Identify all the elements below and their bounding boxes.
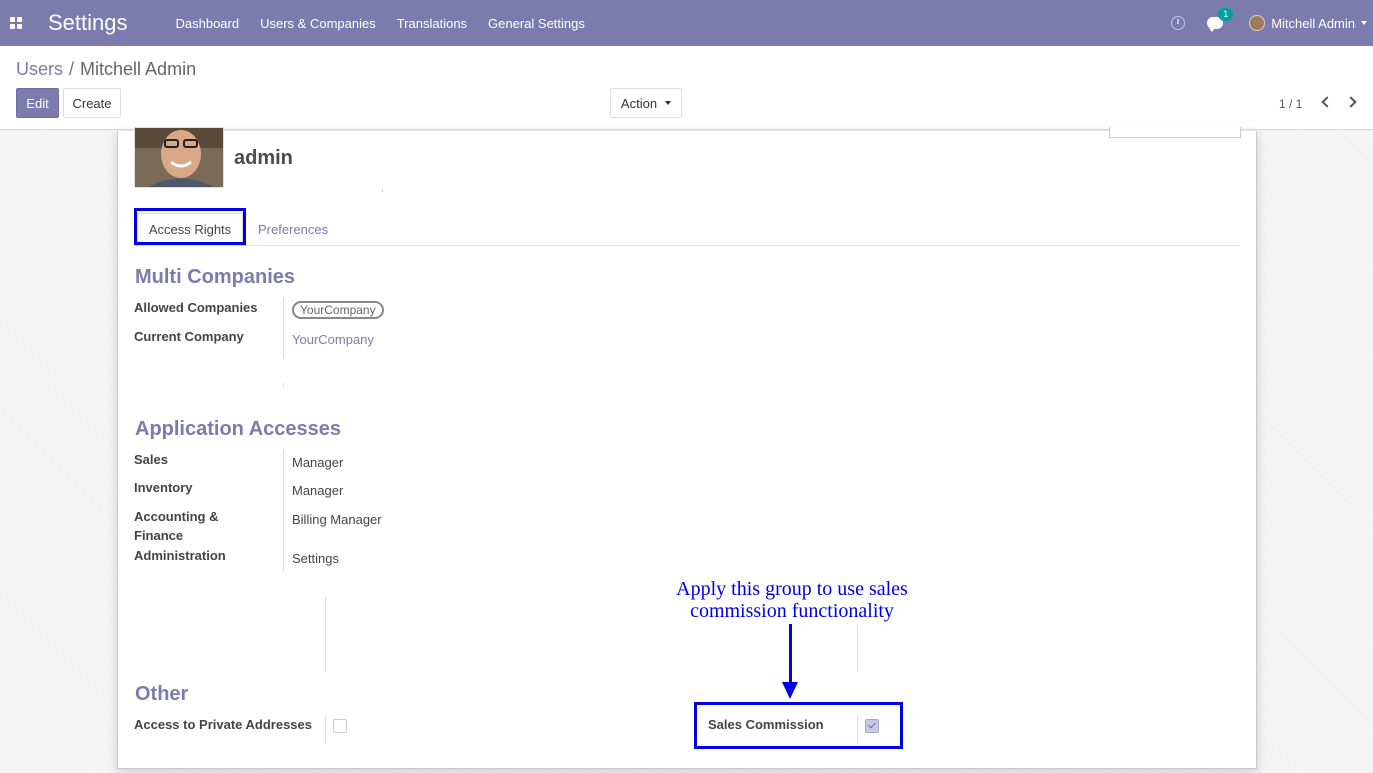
field-separator <box>857 625 858 672</box>
highlight-box-sales-commission <box>694 702 903 749</box>
field-separator <box>283 298 284 358</box>
accounting-label-line2: Finance <box>134 528 184 543</box>
administration-label: Administration <box>134 548 226 563</box>
sales-label: Sales <box>134 452 168 467</box>
chevron-right-icon <box>1344 96 1357 108</box>
user-login-title: admin <box>234 147 293 169</box>
field-separator <box>325 715 326 744</box>
divider-mark <box>382 189 383 192</box>
user-photo[interactable] <box>134 127 224 188</box>
private-addresses-label: Access to Private Addresses <box>134 717 313 732</box>
chevron-left-icon <box>1320 96 1333 108</box>
menu-users-companies[interactable]: Users & Companies <box>260 16 376 31</box>
control-panel: Users / Mitchell Admin Edit Create Action … <box>0 46 1373 130</box>
administration-value[interactable]: Settings <box>292 551 339 566</box>
private-addresses-checkbox[interactable] <box>333 719 347 733</box>
user-menu-name[interactable]: Mitchell Admin <box>1271 16 1355 31</box>
action-label: Action <box>620 95 658 111</box>
breadcrumb-users[interactable]: Users <box>16 59 63 79</box>
breadcrumb-current: Mitchell Admin <box>80 59 197 79</box>
breadcrumb: Users / Mitchell Admin <box>16 59 196 80</box>
accounting-label-line1: Accounting & <box>134 509 219 524</box>
breadcrumb-separator: / <box>69 59 75 79</box>
user-photo-image <box>135 128 223 187</box>
caret-down-icon[interactable] <box>1361 21 1367 25</box>
inventory-label: Inventory <box>134 480 193 495</box>
highlight-box-tab <box>134 208 246 245</box>
sales-value[interactable]: Manager <box>292 455 343 470</box>
pager-next-button[interactable] <box>1344 94 1360 110</box>
top-navbar: Settings Dashboard Users & Companies Tra… <box>0 0 1373 46</box>
field-separator <box>283 383 284 387</box>
annotation-line2: commission functionality <box>690 600 894 622</box>
annotation-arrow-line <box>789 624 792 684</box>
annotation-text: Apply this group to use sales commission… <box>664 578 920 622</box>
tab-preferences[interactable]: Preferences <box>258 213 328 245</box>
current-company-label: Current Company <box>134 329 244 344</box>
allowed-companies-label: Allowed Companies <box>134 300 258 315</box>
apps-menu-icon[interactable] <box>0 0 32 46</box>
tabs-divider <box>134 245 1240 246</box>
section-other-title: Other <box>135 683 189 705</box>
menu-general-settings[interactable]: General Settings <box>488 16 585 31</box>
inventory-value[interactable]: Manager <box>292 483 343 498</box>
section-multi-companies-title: Multi Companies <box>135 266 296 288</box>
pager-value[interactable]: 1 / 1 <box>1279 97 1302 111</box>
action-dropdown[interactable]: Action <box>610 88 682 118</box>
messaging-menu[interactable]: 1 <box>1207 8 1234 32</box>
annotation-arrow-head-icon <box>782 682 798 699</box>
field-separator <box>283 450 284 573</box>
app-title: Settings <box>48 10 128 35</box>
caret-down-icon <box>665 101 672 105</box>
create-button[interactable]: Create <box>63 88 121 118</box>
messages-badge: 1 <box>1218 8 1234 21</box>
annotation-line1: Apply this group to use sales <box>676 578 908 600</box>
allowed-company-tag[interactable]: YourCompany <box>292 301 384 319</box>
current-company-value[interactable]: YourCompany <box>292 332 374 347</box>
user-avatar[interactable] <box>1249 15 1266 31</box>
edit-button[interactable]: Edit <box>16 88 59 118</box>
menu-translations[interactable]: Translations <box>397 16 467 31</box>
pager-previous-button[interactable] <box>1317 94 1333 110</box>
status-box <box>1109 127 1241 138</box>
accounting-value[interactable]: Billing Manager <box>292 512 382 527</box>
activity-clock-icon[interactable] <box>1171 16 1186 30</box>
menu-dashboard[interactable]: Dashboard <box>176 16 240 31</box>
field-separator <box>325 598 326 672</box>
section-application-accesses-title: Application Accesses <box>135 418 342 440</box>
